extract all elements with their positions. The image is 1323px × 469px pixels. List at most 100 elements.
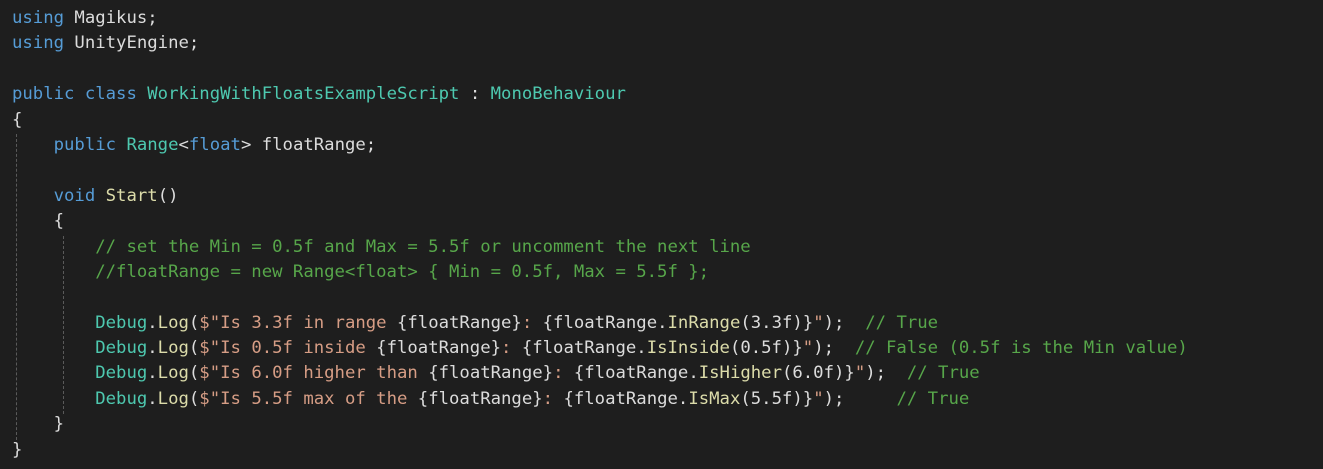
code-token: ( bbox=[188, 312, 200, 333]
code-token: } bbox=[12, 414, 65, 435]
code-token: IsHigher bbox=[698, 363, 782, 384]
code-token: ( bbox=[188, 388, 200, 409]
code-line: using UnityEngine; bbox=[12, 31, 1323, 56]
code-token: InRange bbox=[667, 312, 741, 333]
code-line: // set the Min = 0.5f and Max = 5.5f or … bbox=[12, 235, 1323, 260]
code-token: (3.3f)} bbox=[740, 312, 814, 333]
code-token: . bbox=[147, 338, 158, 359]
code-line: { bbox=[12, 209, 1323, 234]
code-token: { bbox=[12, 109, 23, 130]
code-token: // set the Min = 0.5f and Max = 5.5f or … bbox=[95, 236, 751, 257]
code-token: $"Is 3.3f in range bbox=[199, 312, 397, 333]
code-line: void Start() bbox=[12, 184, 1323, 209]
code-token: } bbox=[12, 439, 23, 460]
code-token: " bbox=[813, 388, 824, 409]
code-token: Debug bbox=[95, 312, 148, 333]
code-token: {floatRange} bbox=[396, 312, 522, 333]
code-token: : bbox=[542, 388, 564, 409]
code-token: : bbox=[459, 84, 491, 105]
code-token: " bbox=[854, 363, 866, 384]
code-token: {floatRange. bbox=[521, 338, 647, 359]
code-token: ); bbox=[823, 312, 866, 333]
code-token: {floatRange} bbox=[417, 388, 543, 409]
code-token: : bbox=[553, 363, 574, 384]
code-token: WorkingWithFloatsExampleScript bbox=[147, 84, 460, 105]
code-token: void bbox=[53, 185, 96, 206]
code-token: : bbox=[521, 312, 543, 333]
code-token: ( bbox=[188, 363, 200, 384]
code-token: Log bbox=[157, 338, 189, 359]
code-token: UnityEngine; bbox=[64, 33, 200, 54]
code-token: Debug bbox=[95, 363, 148, 384]
code-token: > floatRange; bbox=[240, 134, 377, 155]
code-token: ); bbox=[823, 388, 897, 409]
code-token: $"Is 6.0f higher than bbox=[199, 363, 429, 384]
code-line: } bbox=[12, 412, 1323, 437]
code-line: Debug.Log($"Is 5.5f max of the {floatRan… bbox=[12, 387, 1323, 412]
code-token: ); bbox=[813, 338, 855, 359]
code-token: MonoBehaviour bbox=[490, 84, 626, 105]
code-token: Debug bbox=[95, 338, 148, 359]
code-line: //floatRange = new Range<float> { Min = … bbox=[12, 260, 1323, 285]
code-token: . bbox=[147, 363, 158, 384]
code-token: // True bbox=[906, 363, 980, 384]
code-lines: using Magikus; using UnityEngine; public c… bbox=[12, 6, 1323, 463]
code-token: (0.5f)} bbox=[729, 338, 803, 359]
code-editor[interactable]: using Magikus; using UnityEngine; public c… bbox=[12, 6, 1323, 469]
code-token: {floatRange} bbox=[428, 363, 554, 384]
code-token: (6.0f)} bbox=[781, 363, 855, 384]
code-token: Magikus; bbox=[64, 8, 158, 28]
code-token: {floatRange. bbox=[563, 388, 689, 409]
code-token: IsInside bbox=[646, 338, 730, 359]
code-token: IsMax bbox=[688, 388, 741, 409]
code-line: using Magikus; bbox=[12, 6, 1323, 31]
code-token: Log bbox=[157, 388, 189, 409]
code-token: Debug bbox=[95, 388, 148, 409]
code-token: {floatRange} bbox=[376, 338, 502, 359]
code-line: Debug.Log($"Is 6.0f higher than {floatRa… bbox=[12, 361, 1323, 386]
code-token: //floatRange = new Range<float> { Min = … bbox=[95, 261, 710, 282]
code-token: { bbox=[12, 211, 65, 232]
code-token: using bbox=[12, 8, 65, 28]
code-token: {floatRange. bbox=[573, 363, 699, 384]
code-token: $"Is 5.5f max of the bbox=[199, 388, 418, 409]
code-token: ( bbox=[188, 338, 200, 359]
code-line: Debug.Log($"Is 0.5f inside {floatRange}:… bbox=[12, 336, 1323, 361]
code-token: using bbox=[12, 33, 65, 54]
code-token: {floatRange. bbox=[542, 312, 668, 333]
code-line: } bbox=[12, 438, 1323, 463]
code-token: public bbox=[12, 84, 75, 105]
code-token: // False (0.5f is the Min value) bbox=[854, 338, 1188, 359]
code-token: public bbox=[53, 134, 117, 155]
code-token: () bbox=[157, 185, 179, 206]
code-token: . bbox=[147, 312, 158, 333]
code-line: public class WorkingWithFloatsExampleScr… bbox=[12, 82, 1323, 107]
code-line: public Range<float> floatRange; bbox=[12, 133, 1323, 158]
code-token: . bbox=[147, 388, 158, 409]
code-token: ); bbox=[865, 363, 907, 384]
code-token: // True bbox=[896, 388, 970, 409]
code-token: (5.5f)} bbox=[740, 388, 814, 409]
code-token: : bbox=[501, 338, 522, 359]
code-line: Debug.Log($"Is 3.3f in range {floatRange… bbox=[12, 311, 1323, 336]
code-token: class bbox=[84, 84, 137, 105]
code-token: float bbox=[188, 134, 241, 155]
code-token: $"Is 0.5f inside bbox=[199, 338, 377, 359]
code-token: // True bbox=[865, 312, 939, 333]
code-token: Range bbox=[126, 134, 179, 155]
code-line: { bbox=[12, 108, 1323, 133]
code-token: Start bbox=[105, 185, 158, 206]
code-token: < bbox=[178, 134, 189, 155]
